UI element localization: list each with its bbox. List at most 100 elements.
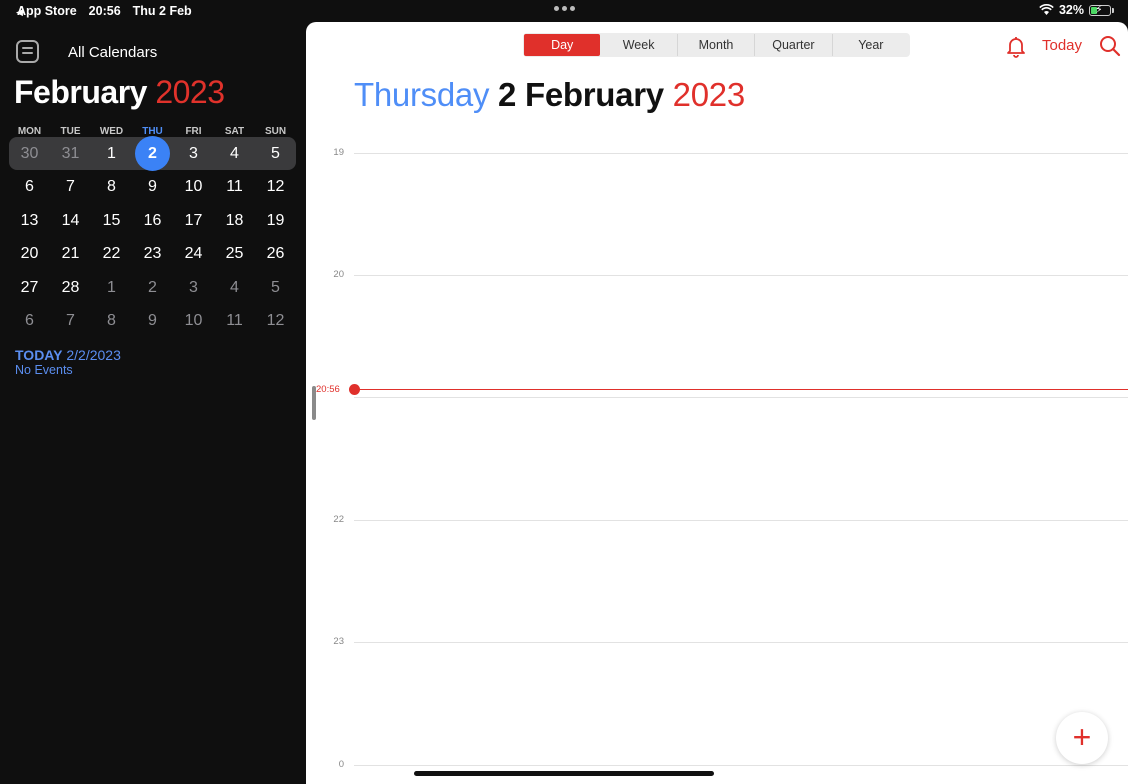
calendar-day[interactable]: 9 [132, 304, 173, 337]
current-time-dot [349, 384, 360, 395]
calendar-day[interactable]: 11 [214, 170, 255, 203]
calendar-day[interactable]: 13 [9, 204, 50, 237]
calendar-day[interactable]: 8 [91, 170, 132, 203]
tab-day[interactable]: Day [524, 34, 601, 56]
today-day-number: 2 [135, 136, 170, 171]
hour-label: 19 [333, 147, 344, 158]
battery-percent: 32% [1058, 3, 1084, 17]
calendar-day[interactable]: 31 [50, 137, 91, 170]
calendar-day[interactable]: 16 [132, 204, 173, 237]
calendar-day[interactable]: 5 [255, 137, 296, 170]
week-row: 20 21 22 23 24 25 26 [9, 237, 296, 270]
day-title-date: 2 February [498, 76, 664, 113]
calendar-day[interactable]: 8 [91, 304, 132, 337]
day-title-weekday: Thursday [354, 76, 490, 113]
search-icon[interactable] [1098, 34, 1122, 58]
calendar-day[interactable]: 7 [50, 170, 91, 203]
week-row: 6 7 8 9 10 11 12 [9, 304, 296, 337]
wifi-icon [1039, 4, 1054, 15]
calendar-day[interactable]: 21 [50, 237, 91, 270]
calendar-day[interactable]: 17 [173, 204, 214, 237]
calendar-day[interactable]: 19 [255, 204, 296, 237]
scroll-handle[interactable] [312, 386, 316, 420]
calendar-day[interactable]: 12 [255, 170, 296, 203]
week-row: 13 14 15 16 17 18 19 [9, 204, 296, 237]
weekday-label: SUN [264, 126, 287, 137]
calendar-day[interactable]: 18 [214, 204, 255, 237]
calendar-day[interactable]: 9 [132, 170, 173, 203]
calendar-day[interactable]: 6 [9, 304, 50, 337]
weekday-label: WED [99, 126, 124, 137]
weekday-label: FRI [185, 126, 202, 137]
calendar-day[interactable]: 7 [50, 304, 91, 337]
calendar-day[interactable]: 1 [91, 137, 132, 170]
back-to-app-store[interactable]: ◀ App Store [16, 4, 77, 18]
calendar-day[interactable]: 3 [173, 137, 214, 170]
calendar-day[interactable]: 10 [173, 304, 214, 337]
calendar-day[interactable]: 2 [132, 271, 173, 304]
calendar-day[interactable]: 25 [214, 237, 255, 270]
weekday-label: MON [17, 126, 42, 137]
day-title-year: 2023 [672, 76, 746, 113]
hour-label: 23 [333, 636, 344, 647]
current-time-label: 20:56 [316, 384, 340, 395]
mini-calendar-grid: 30 31 1 2 3 4 5 6 7 8 9 10 11 12 13 14 1… [9, 136, 296, 337]
calendar-day[interactable]: 24 [173, 237, 214, 270]
no-events-text: No Events [15, 363, 73, 377]
tab-month[interactable]: Month [678, 34, 756, 56]
calendar-day[interactable]: 26 [255, 237, 296, 270]
hour-line [354, 642, 1128, 643]
calendar-day[interactable]: 4 [214, 137, 255, 170]
hour-label: 22 [333, 514, 344, 525]
battery-icon: ⚡ [1089, 4, 1111, 16]
current-time-line [354, 389, 1128, 390]
hour-label: 0 [338, 759, 344, 770]
hour-label: 20 [333, 269, 344, 280]
calendar-day[interactable]: 6 [9, 170, 50, 203]
calendar-day[interactable]: 27 [9, 271, 50, 304]
back-app-label: App Store [16, 4, 77, 18]
month-year: 2023 [155, 74, 225, 110]
calendar-day[interactable]: 10 [173, 170, 214, 203]
calendar-day[interactable]: 28 [50, 271, 91, 304]
status-date: Thu 2 Feb [132, 4, 192, 18]
calendar-day[interactable]: 1 [91, 271, 132, 304]
calendar-day[interactable]: 14 [50, 204, 91, 237]
tab-year[interactable]: Year [833, 34, 909, 56]
calendar-day[interactable]: 22 [91, 237, 132, 270]
calendar-day[interactable]: 23 [132, 237, 173, 270]
sidebar: All Calendars February 2023 MON TUE WED … [0, 22, 305, 784]
week-row: 30 31 1 2 3 4 5 [9, 136, 296, 171]
today-date: 2/2/2023 [66, 347, 121, 363]
add-event-button[interactable]: + [1056, 712, 1108, 764]
status-time: 20:56 [88, 4, 121, 18]
calendar-day[interactable]: 3 [173, 271, 214, 304]
tab-week[interactable]: Week [600, 34, 678, 56]
home-indicator[interactable] [414, 771, 714, 776]
today-summary[interactable]: TODAY 2/2/2023 [15, 347, 121, 363]
weekday-label: SAT [224, 126, 245, 137]
status-bar: ◀ App Store 20:56 Thu 2 Feb 32% ⚡ [0, 0, 1128, 22]
calendar-day[interactable]: 30 [9, 137, 50, 170]
calendar-day-today[interactable]: 2 [132, 136, 173, 171]
hour-line [354, 397, 1128, 398]
calendar-day[interactable]: 4 [214, 271, 255, 304]
hour-line [354, 765, 1128, 766]
calendar-day[interactable]: 5 [255, 271, 296, 304]
calendar-day[interactable]: 12 [255, 304, 296, 337]
tab-quarter[interactable]: Quarter [755, 34, 833, 56]
all-calendars-button[interactable]: All Calendars [68, 44, 157, 61]
week-row: 6 7 8 9 10 11 12 [9, 170, 296, 203]
hour-line [354, 275, 1128, 276]
today-button[interactable]: Today [1042, 37, 1082, 54]
hour-line [354, 153, 1128, 154]
sidebar-toggle-icon[interactable] [16, 40, 39, 63]
bell-icon[interactable] [1004, 34, 1028, 58]
multitasking-dots-icon[interactable] [554, 6, 575, 11]
week-row: 27 28 1 2 3 4 5 [9, 271, 296, 304]
calendar-day[interactable]: 20 [9, 237, 50, 270]
today-label: TODAY [15, 347, 63, 363]
calendar-day[interactable]: 11 [214, 304, 255, 337]
calendar-day[interactable]: 15 [91, 204, 132, 237]
day-title: Thursday 2 February 2023 [354, 76, 745, 114]
